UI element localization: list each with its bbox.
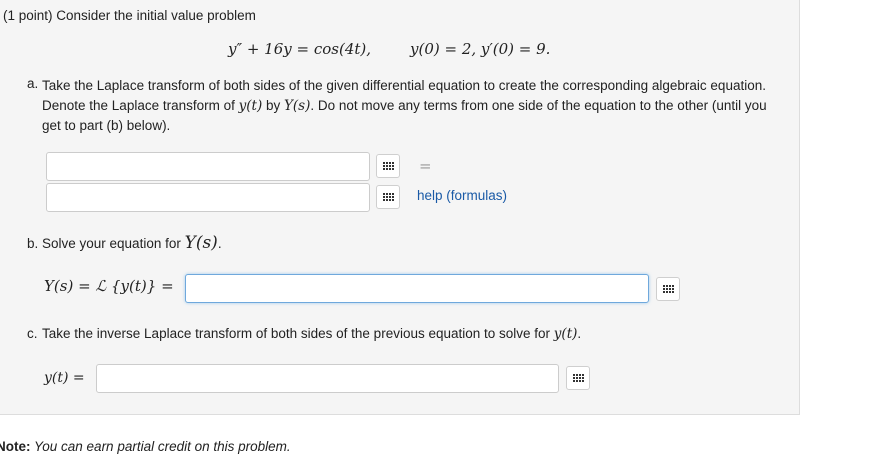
help-formulas-link[interactable]: help (formulas): [417, 188, 507, 203]
part-b-math-Y: Y(s): [184, 233, 218, 253]
ivp-initial-conditions: y(0) = 2, y′(0) = 9.: [410, 40, 551, 58]
Ys-label: Y(s) = ℒ {y(t)} =: [44, 277, 174, 295]
part-a-instructions: Take the Laplace transform of both sides…: [42, 76, 782, 136]
partial-credit-note: Note: You can earn partial credit on thi…: [0, 439, 291, 454]
part-a-marker: a.: [27, 76, 39, 91]
part-c-text-1: Take the inverse Laplace transform of bo…: [42, 326, 554, 341]
equation-editor-Ys-button[interactable]: [656, 277, 680, 301]
Ys-label-rest: {y(t)} =: [106, 277, 174, 295]
part-a-math-y: y(t): [238, 97, 263, 114]
transform-rhs-input[interactable]: [46, 183, 370, 212]
problem-header: (1 point) Consider the initial value pro…: [3, 8, 256, 23]
ivp-equation: y″ + 16y = cos(4t),: [228, 40, 372, 58]
grid-icon: [382, 193, 394, 201]
equation-editor-rhs-button[interactable]: [376, 185, 400, 209]
grid-icon: [382, 162, 394, 170]
part-c-math-y: y(t): [553, 326, 578, 342]
equation-editor-yt-button[interactable]: [566, 366, 590, 390]
transform-lhs-input[interactable]: [46, 152, 370, 181]
part-a-math-Y: Y(s): [283, 97, 311, 114]
part-a-text-2: by: [262, 97, 284, 113]
laplace-L-symbol: ℒ: [95, 277, 107, 295]
grid-icon: [572, 374, 584, 382]
part-b-marker: b.: [27, 236, 39, 251]
part-b-instructions: Solve your equation for Y(s).: [42, 233, 782, 254]
part-b-text-1: Solve your equation for: [42, 236, 185, 251]
Ys-answer-input[interactable]: [185, 274, 649, 303]
grid-icon: [662, 285, 674, 293]
part-c-instructions: Take the inverse Laplace transform of bo…: [42, 324, 782, 345]
yt-label: y(t) =: [44, 370, 85, 386]
part-c-marker: c.: [27, 326, 38, 341]
equals-sign: =: [419, 157, 432, 175]
yt-answer-input[interactable]: [96, 364, 559, 393]
note-text: You can earn partial credit on this prob…: [30, 439, 291, 454]
note-label: Note:: [0, 439, 31, 454]
part-b-text-2: .: [217, 236, 222, 251]
part-c-text-2: .: [577, 326, 582, 341]
Ys-label-Y: Y(s) =: [44, 277, 96, 295]
equation-editor-lhs-button[interactable]: [376, 154, 400, 178]
